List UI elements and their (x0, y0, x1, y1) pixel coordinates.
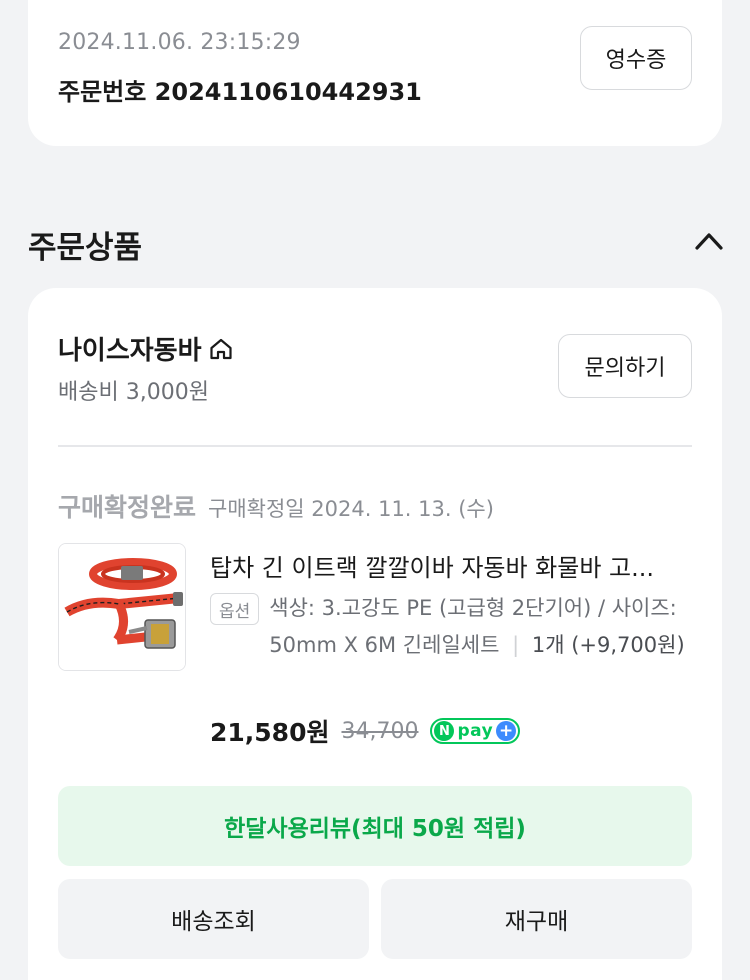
section-title: 주문상품 (28, 230, 143, 266)
monthly-review-button[interactable]: 한달사용리뷰(최대 50원 적립) (58, 786, 692, 866)
npay-plus-badge: N pay + (430, 718, 521, 744)
purchase-confirm-date: 구매확정일 2024. 11. 13. (수) (208, 497, 494, 521)
purchase-status: 구매확정완료 (58, 493, 197, 522)
seller-name: 나이스자동바 (58, 336, 202, 366)
rebuy-button[interactable]: 재구매 (381, 879, 692, 959)
inquiry-button[interactable]: 문의하기 (558, 334, 692, 398)
product-title[interactable]: 탑차 긴 이트랙 깔깔이바 자동바 화물바 고... (210, 548, 700, 583)
npay-n-icon: N (434, 721, 455, 741)
option-badge: 옵션 (210, 593, 260, 625)
home-icon (209, 338, 232, 359)
ratchet-strap-image (59, 544, 185, 670)
plus-icon: + (496, 721, 517, 741)
option-quantity: 1개 (+9,700원) (531, 633, 685, 657)
track-delivery-button[interactable]: 배송조회 (58, 879, 369, 959)
order-number: 주문번호 2024110610442931 (58, 78, 422, 106)
seller-header[interactable]: 나이스자동바 (58, 330, 234, 367)
option-description: 색상: 3.고강도 PE (고급형 2단기어) / 사이즈: 50mm X 6M… (269, 590, 695, 664)
purchase-status-row: 구매확정완료 구매확정일 2024. 11. 13. (수) (58, 488, 494, 524)
original-price: 34,700 (341, 718, 419, 744)
product-option: 옵션 색상: 3.고강도 PE (고급형 2단기어) / 사이즈: 50mm X… (210, 593, 695, 664)
divider (58, 445, 692, 447)
product-thumbnail[interactable] (58, 543, 186, 671)
price-row: 21,580원 34,700 N pay + (210, 713, 521, 749)
npay-text: pay (457, 721, 494, 741)
option-separator: | (512, 633, 520, 657)
chevron-up-icon[interactable] (694, 230, 724, 252)
order-datetime: 2024.11.06. 23:15:29 (58, 30, 301, 55)
order-info-card: 2024.11.06. 23:15:29 주문번호 20241106104429… (28, 0, 722, 146)
sale-price: 21,580원 (210, 718, 330, 747)
receipt-button[interactable]: 영수증 (580, 26, 692, 90)
order-product-card: 나이스자동바 배송비 3,000원 문의하기 구매확정완료 구매확정일 2024… (28, 288, 722, 980)
shipping-fee: 배송비 3,000원 (58, 380, 209, 405)
